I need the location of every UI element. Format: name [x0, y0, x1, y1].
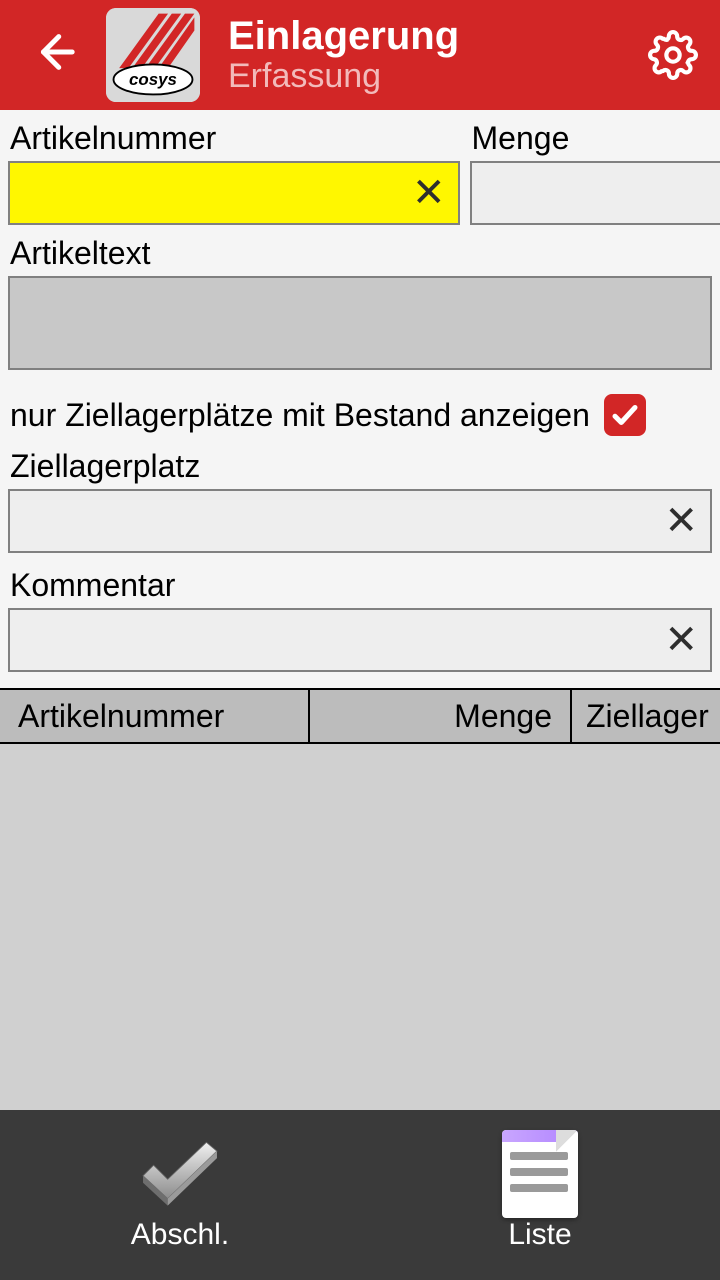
ziellager-input[interactable] [22, 491, 660, 551]
artikelnummer-input[interactable] [22, 163, 408, 223]
table-header: Artikelnummer Menge Ziellager [0, 688, 720, 744]
page-subtitle: Erfassung [228, 57, 459, 96]
kommentar-input[interactable] [22, 610, 660, 670]
menge-input[interactable] [484, 163, 720, 223]
artikelnummer-field: Artikelnummer ✕ [8, 120, 460, 225]
list-icon [496, 1138, 584, 1210]
kommentar-label: Kommentar [8, 567, 712, 604]
artikeltext-field: Artikeltext [8, 235, 712, 370]
kommentar-input-wrap: ✕ [8, 608, 712, 672]
ziellager-input-wrap: ✕ [8, 489, 712, 553]
app-header: cosys Einlagerung Erfassung [0, 0, 720, 110]
artikelnummer-input-wrap: ✕ [8, 161, 460, 225]
ziellager-clear-icon[interactable]: ✕ [660, 498, 702, 544]
filter-row: nur Ziellagerplätze mit Bestand anzeigen [8, 394, 712, 436]
menge-input-wrap: ✕ [470, 161, 720, 225]
artikeltext-wrap [8, 276, 712, 370]
table-col-ziellager: Ziellager [572, 690, 720, 742]
ziellager-label: Ziellagerplatz [8, 448, 712, 485]
table-body [0, 744, 720, 1110]
abschl-label: Abschl. [131, 1218, 229, 1252]
app-logo: cosys [106, 8, 200, 102]
settings-button[interactable] [648, 30, 698, 80]
artikelnummer-clear-icon[interactable]: ✕ [408, 170, 450, 216]
menge-label: Menge [470, 120, 720, 157]
back-button[interactable] [30, 29, 76, 82]
table-col-menge: Menge [310, 690, 572, 742]
abschl-button[interactable]: Abschl. [0, 1110, 360, 1280]
page-title: Einlagerung [228, 14, 459, 59]
liste-button[interactable]: Liste [360, 1110, 720, 1280]
artikelnummer-label: Artikelnummer [8, 120, 460, 157]
artikeltext-label: Artikeltext [8, 235, 712, 272]
filter-label: nur Ziellagerplätze mit Bestand anzeigen [10, 397, 590, 434]
filter-checkbox[interactable] [604, 394, 646, 436]
bottom-bar: Abschl. Liste [0, 1110, 720, 1280]
ziellager-field: Ziellagerplatz ✕ [8, 448, 712, 553]
artikeltext-display [20, 284, 700, 362]
form-area: Artikelnummer ✕ Menge ✕ Artikeltext nur … [0, 110, 720, 688]
liste-label: Liste [508, 1218, 571, 1252]
checkmark-icon [136, 1138, 224, 1210]
menge-field: Menge ✕ [470, 120, 720, 225]
header-titles: Einlagerung Erfassung [228, 14, 459, 96]
kommentar-clear-icon[interactable]: ✕ [660, 617, 702, 663]
kommentar-field: Kommentar ✕ [8, 567, 712, 672]
table-col-artikelnummer: Artikelnummer [0, 690, 310, 742]
svg-text:cosys: cosys [129, 70, 177, 89]
